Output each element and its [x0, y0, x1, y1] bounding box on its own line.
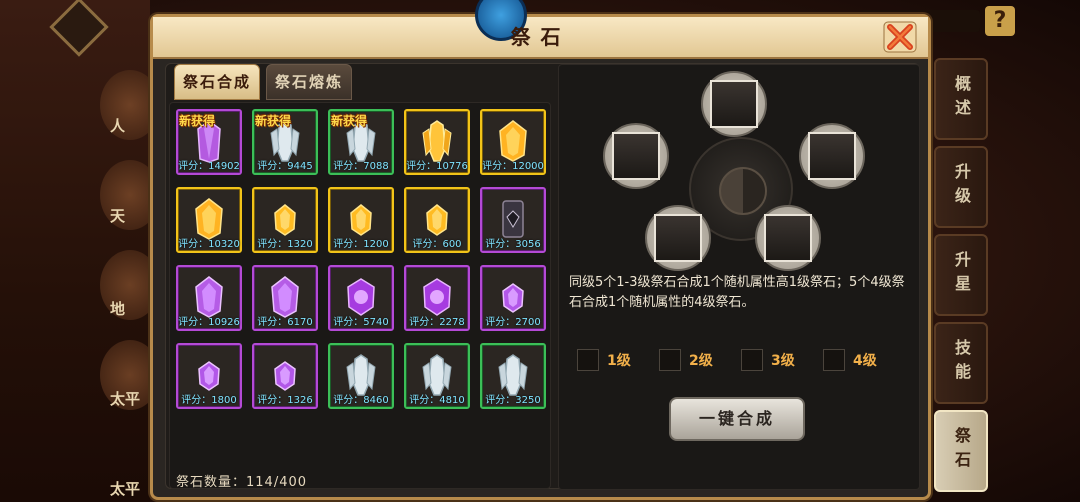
- level-filter-1[interactable]: 1级: [577, 349, 631, 371]
- close-icon[interactable]: [883, 21, 917, 53]
- scene-label: 人: [110, 117, 126, 135]
- stone-slot[interactable]: 评分：12000: [480, 109, 546, 175]
- stone-slot[interactable]: 新获得评分：14902: [176, 109, 242, 175]
- stone-score: 评分：9445: [257, 161, 313, 172]
- stone-score: 评分：2700: [485, 317, 541, 328]
- synthesis-slot[interactable]: [755, 205, 821, 271]
- dialog-body: 祭石合成 祭石熔炼 新获得 评分：14902 新获得 评分：9445 新获得 评分：708…: [165, 63, 920, 490]
- level-label: 4级: [853, 353, 877, 369]
- tab-stone-smelting[interactable]: 祭石熔炼: [266, 64, 352, 100]
- new-badge: 新获得: [331, 114, 368, 128]
- stone-score: 评分：7088: [333, 161, 389, 172]
- stone-slot[interactable]: 评分：1320: [252, 187, 318, 253]
- new-badge: 新获得: [255, 114, 292, 128]
- new-badge: 新获得: [179, 114, 216, 128]
- stone-slot[interactable]: 评分：2700: [480, 265, 546, 331]
- help-button[interactable]: ?: [985, 6, 1015, 36]
- stone-slot[interactable]: 评分：3056: [480, 187, 546, 253]
- stone-slot[interactable]: 评分：10776: [404, 109, 470, 175]
- stone-inventory-grid: 新获得 评分：14902 新获得 评分：9445 新获得 评分：7088 评分：10776 评…: [169, 102, 551, 490]
- tab-sacrifice-stone[interactable]: 祭石: [934, 410, 988, 492]
- scene-label: 太平: [110, 480, 141, 498]
- stone-slot[interactable]: 评分：5740: [328, 265, 394, 331]
- level-filter-4[interactable]: 4级: [823, 349, 877, 371]
- stone-slot[interactable]: 新获得评分：9445: [252, 109, 318, 175]
- synthesis-slot[interactable]: [799, 123, 865, 189]
- tab-upgrade[interactable]: 升级: [934, 146, 988, 228]
- stone-score: 评分：600: [412, 239, 462, 250]
- sacrifice-stone-dialog: 祭石 祭石合成 祭石熔炼 新获得 评分：14902 新获得 评分：9445 新获得 评分：…: [150, 0, 931, 500]
- stone-slot[interactable]: 评分：1200: [328, 187, 394, 253]
- stone-count: 祭石数量：114/400: [176, 475, 308, 490]
- stone-slot[interactable]: 评分：2278: [404, 265, 470, 331]
- stone-score: 评分：10926: [178, 317, 240, 328]
- stone-score: 评分：10320: [178, 239, 240, 250]
- stone-score: 评分：6170: [257, 317, 313, 328]
- level-filter-2[interactable]: 2级: [659, 349, 713, 371]
- level-label: 1级: [607, 353, 631, 369]
- synthesis-slot[interactable]: [645, 205, 711, 271]
- stone-slot[interactable]: 评分：1326: [252, 343, 318, 409]
- scene-label: 天: [110, 207, 126, 225]
- stone-slot[interactable]: 新获得评分：7088: [328, 109, 394, 175]
- level-checkbox[interactable]: [577, 349, 599, 371]
- tab-star-up[interactable]: 升星: [934, 234, 988, 316]
- stone-slot[interactable]: 评分：10320: [176, 187, 242, 253]
- yin-yang-icon: [719, 167, 767, 215]
- stone-score: 评分：1320: [257, 239, 313, 250]
- scene-label: 地: [110, 300, 126, 318]
- stone-slot[interactable]: 评分：10926: [176, 265, 242, 331]
- stone-score: 评分：14902: [178, 161, 240, 172]
- stone-score: 评分：3250: [485, 395, 541, 406]
- stone-slot[interactable]: 评分：8460: [328, 343, 394, 409]
- level-checkbox[interactable]: [741, 349, 763, 371]
- stone-score: 评分：2278: [409, 317, 465, 328]
- background-scene: 人 天 地 太平 太平: [0, 0, 160, 502]
- synthesis-slot[interactable]: [701, 71, 767, 137]
- scene-label: 太平: [110, 390, 141, 408]
- stone-score: 评分：4810: [409, 395, 465, 406]
- synthesis-panel: 同级5个1-3级祭石合成1个随机属性高1级祭石；5个4级祭石合成1个随机属性的4…: [558, 64, 920, 490]
- stone-score: 评分：3056: [485, 239, 541, 250]
- stone-score: 评分：12000: [482, 161, 544, 172]
- synthesis-slot[interactable]: [603, 123, 669, 189]
- stone-slot[interactable]: 评分：1800: [176, 343, 242, 409]
- level-label: 2级: [689, 353, 713, 369]
- stone-slot[interactable]: 评分：4810: [404, 343, 470, 409]
- level-checkbox[interactable]: [659, 349, 681, 371]
- tab-stone-synthesis[interactable]: 祭石合成: [174, 64, 260, 100]
- stone-score: 评分：5740: [333, 317, 389, 328]
- one-key-synthesize-button[interactable]: 一键合成: [669, 397, 805, 441]
- level-checkbox[interactable]: [823, 349, 845, 371]
- level-label: 3级: [771, 353, 795, 369]
- tab-overview[interactable]: 概述: [934, 58, 988, 140]
- stone-score: 评分：1800: [181, 395, 237, 406]
- tab-skills[interactable]: 技能: [934, 322, 988, 404]
- dialog-title-bar: 祭石: [153, 0, 928, 59]
- stone-score: 评分：1326: [257, 395, 313, 406]
- stone-slot[interactable]: 评分：3250: [480, 343, 546, 409]
- dialog-title: 祭石: [510, 25, 571, 49]
- level-filter-3[interactable]: 3级: [741, 349, 795, 371]
- stone-score: 评分：8460: [333, 395, 389, 406]
- stone-score: 评分：10776: [406, 161, 468, 172]
- stone-score: 评分：1200: [333, 239, 389, 250]
- stone-slot[interactable]: 评分：6170: [252, 265, 318, 331]
- synthesis-description: 同级5个1-3级祭石合成1个随机属性高1级祭石；5个4级祭石合成1个随机属性的4…: [569, 275, 905, 310]
- stone-slot[interactable]: 评分：600: [404, 187, 470, 253]
